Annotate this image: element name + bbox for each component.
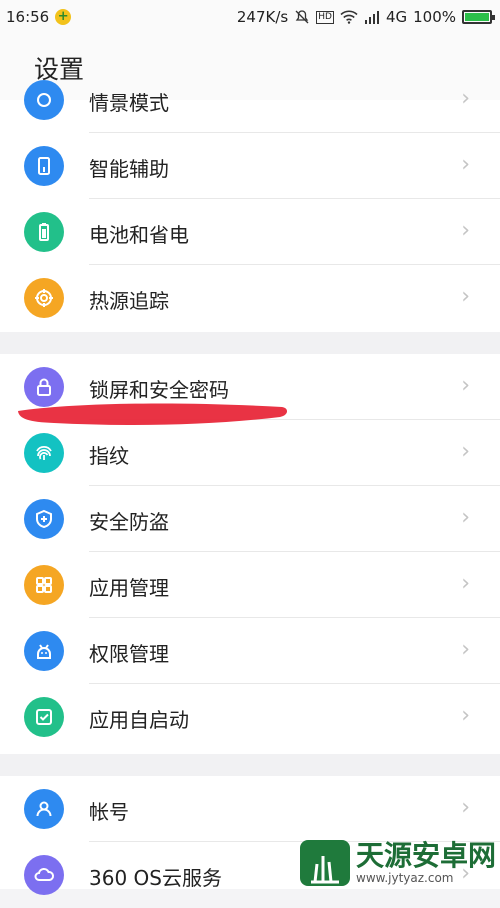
permission-icon: [24, 631, 64, 671]
chevron-right-icon: ›: [461, 373, 470, 398]
settings-item-label: 热源追踪: [89, 289, 169, 313]
settings-item-permission[interactable]: 权限管理 ›: [0, 618, 500, 684]
heat-target-icon: [24, 278, 64, 318]
mute-bell-icon: [295, 10, 309, 24]
settings-item-smart-assist[interactable]: 智能辅助 ›: [0, 133, 500, 199]
notification-plus-icon: +: [55, 9, 72, 25]
wifi-icon: [340, 10, 358, 24]
chevron-right-icon: ›: [461, 284, 470, 309]
settings-item-label: 应用管理: [89, 576, 169, 600]
status-time: 16:56: [6, 8, 50, 26]
battery-percent: 100%: [413, 8, 456, 26]
settings-item-label: 锁屏和安全密码: [89, 378, 229, 402]
battery-saver-icon: [24, 212, 64, 252]
settings-item-label: 帐号: [89, 800, 129, 824]
chevron-right-icon: ›: [461, 439, 470, 464]
fingerprint-icon: [24, 433, 64, 473]
apps-icon: [24, 565, 64, 605]
settings-item-label: 情景模式: [89, 91, 169, 115]
settings-item-account[interactable]: 帐号 ›: [0, 776, 500, 842]
network-speed: 247K/s: [236, 8, 289, 26]
chevron-right-icon: ›: [461, 637, 470, 662]
settings-item-label: 应用自启动: [89, 708, 189, 732]
shield-icon: [24, 499, 64, 539]
chevron-right-icon: ›: [461, 505, 470, 530]
chevron-right-icon: ›: [461, 571, 470, 596]
battery-icon: [462, 10, 495, 24]
settings-group-2: 锁屏和安全密码 › 指纹 › 安全防盗 › 应用管理 › 权限管理 › 应用自启…: [0, 354, 500, 754]
settings-item-heat-tracking[interactable]: 热源追踪 ›: [0, 265, 500, 331]
settings-item-battery[interactable]: 电池和省电 ›: [0, 199, 500, 265]
chevron-right-icon: ›: [461, 86, 470, 111]
hd-icon: HD: [316, 10, 334, 24]
settings-item-autostart[interactable]: 应用自启动 ›: [0, 684, 500, 750]
status-bar: 16:56 + 247K/s HD 4G 100%: [0, 0, 500, 36]
chevron-right-icon: ›: [461, 152, 470, 177]
settings-item-anti-theft[interactable]: 安全防盗 ›: [0, 486, 500, 552]
battery-fill: [465, 13, 489, 21]
settings-group-1: 情景模式 › 智能辅助 › 电池和省电 › 热源追踪 ›: [0, 80, 500, 332]
network-type: 4G: [385, 8, 408, 26]
settings-item-label: 指纹: [89, 444, 129, 468]
watermark-name: 天源安卓网: [356, 838, 497, 872]
account-icon: [24, 789, 64, 829]
watermark: 天源安卓网 www.jytyaz.com: [300, 836, 500, 889]
chevron-right-icon: ›: [461, 703, 470, 728]
settings-item-label: 智能辅助: [89, 157, 169, 181]
settings-item-label: 安全防盗: [89, 510, 169, 534]
settings-item-lock-security[interactable]: 锁屏和安全密码 ›: [0, 354, 500, 420]
group-separator: [0, 754, 500, 776]
settings-item-label: 权限管理: [89, 642, 169, 666]
smart-assist-icon: [24, 146, 64, 186]
settings-item-mode[interactable]: 情景模式 ›: [0, 67, 500, 133]
signal-icon: [364, 11, 379, 24]
settings-item-label: 360 OS云服务: [89, 866, 222, 890]
cloud-icon: [24, 855, 64, 895]
mode-icon: [24, 80, 64, 120]
settings-item-fingerprint[interactable]: 指纹 ›: [0, 420, 500, 486]
settings-item-app-management[interactable]: 应用管理 ›: [0, 552, 500, 618]
group-separator: [0, 332, 500, 354]
watermark-logo-icon: [300, 839, 350, 886]
settings-item-label: 电池和省电: [89, 223, 189, 247]
chevron-right-icon: ›: [461, 218, 470, 243]
watermark-url: www.jytyaz.com: [356, 870, 454, 885]
autostart-icon: [24, 697, 64, 737]
chevron-right-icon: ›: [461, 795, 470, 820]
lock-icon: [24, 367, 64, 407]
